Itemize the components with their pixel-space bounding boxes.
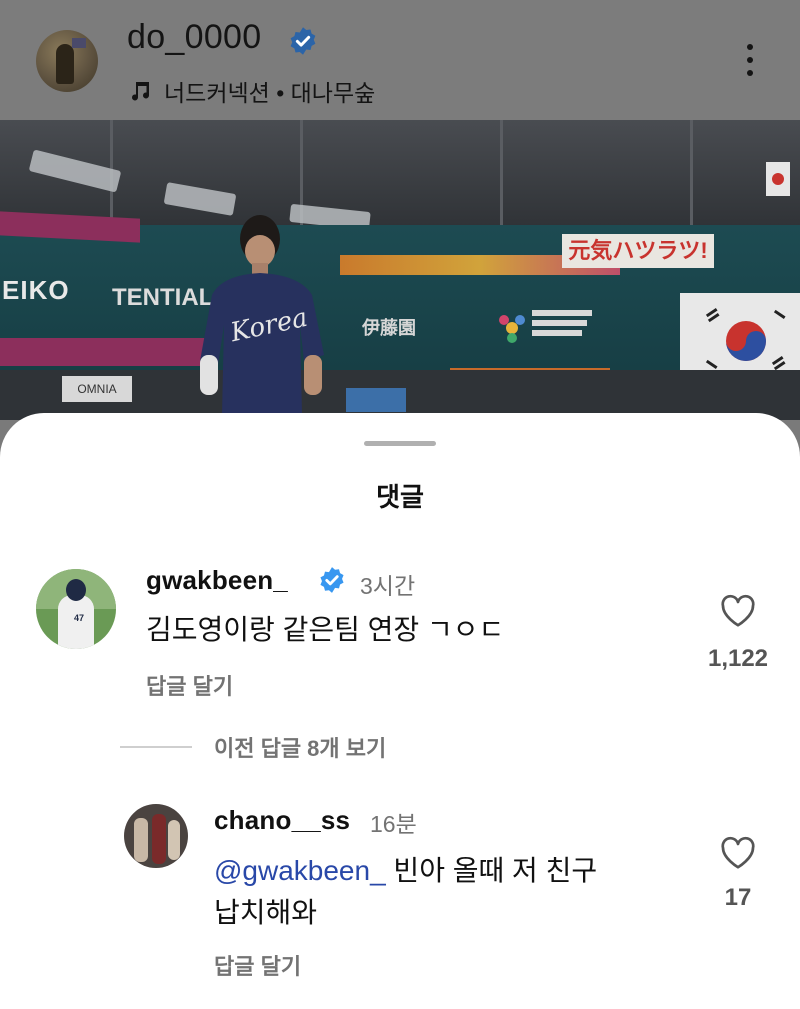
mention-link[interactable]: @gwakbeen_ [214,855,386,886]
comment-username[interactable]: gwakbeen_ [146,565,288,596]
sign-ito: 伊藤園 [362,318,416,338]
reply-text-line1: @gwakbeen_ 빈아 올때 저 친구 [214,851,597,890]
sign-seiko: EIKO [2,275,70,305]
post-header: do_0000 너드커넥션 • 대나무숲 [0,0,800,120]
profile-avatar[interactable] [36,30,98,92]
sheet-title: 댓글 [376,482,424,512]
wbc-logo [499,310,592,343]
heart-icon[interactable] [720,594,756,628]
japan-flag [766,162,790,196]
comments-sheet: 댓글 47 gwakbeen_ 3시간 김도영이랑 같은팀 연장 ㄱㅇㄷ 답글 … [0,413,800,1009]
comment-time: 3시간 [360,573,416,599]
view-previous-label: 이전 답글 8개 보기 [214,736,387,761]
player-figure: Korea [200,215,324,415]
reply-time: 16분 [370,811,417,837]
sign-omnia: OMNIA [62,376,132,402]
korea-flag [680,293,800,381]
reply-text: 빈아 올때 저 친구 [385,855,598,886]
post-username[interactable]: do_0000 [127,18,261,57]
heart-icon[interactable] [720,836,756,870]
view-previous-replies[interactable]: 이전 답글 8개 보기 [120,731,386,763]
post-photo: EIKO TENTIAL 伊藤園 元気ハツラツ! OMNIA Korea [0,120,800,420]
comment-avatar[interactable]: 47 [36,569,116,649]
reply-username[interactable]: chano__ss [214,805,350,836]
music-label: 너드커넥션 • 대나무숲 [164,80,376,106]
reply-text-line2: 납치해와 [214,897,318,928]
like-count: 17 [724,884,752,911]
verified-badge-icon [290,27,316,55]
comment-text: 김도영이랑 같은팀 연장 ㄱㅇㄷ [146,614,505,645]
more-options-icon[interactable] [745,44,755,80]
reply-avatar[interactable] [124,804,188,868]
music-note-icon [132,82,149,101]
reply-button[interactable]: 답글 달기 [146,669,233,701]
drag-handle[interactable] [364,441,436,446]
sign-jp-banner: 元気ハツラツ! [562,234,714,268]
music-info[interactable]: 너드커넥션 • 대나무숲 [128,74,375,108]
verified-badge-icon [320,567,344,593]
like-count: 1,122 [707,645,769,672]
reply-button[interactable]: 답글 달기 [214,949,301,981]
